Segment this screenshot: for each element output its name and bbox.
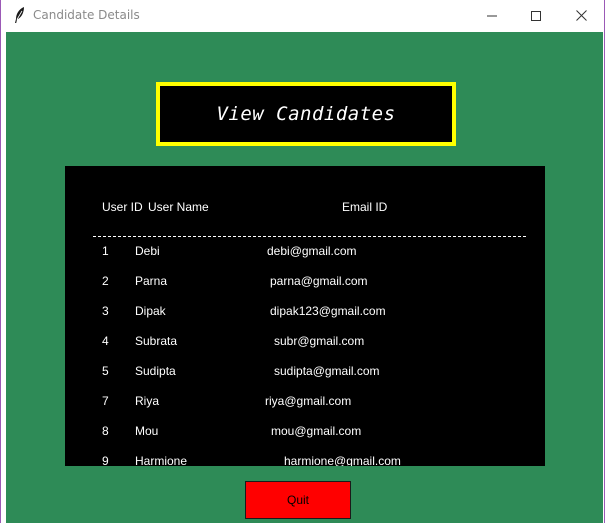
minimize-button[interactable] (469, 0, 515, 31)
candidate-list[interactable]: User ID User Name Email ID 1 Debi debi@g… (65, 166, 545, 466)
table-row: 3 Dipak dipak123@gmail.com (65, 304, 545, 334)
row-user-name: Sudipta (135, 364, 176, 378)
row-email: dipak123@gmail.com (270, 304, 386, 318)
row-user-name: Harmione (135, 454, 188, 466)
row-user-name: Dipak (135, 304, 166, 318)
row-email: debi@gmail.com (267, 244, 357, 258)
row-email: harmione@gmail.com (284, 454, 401, 466)
close-icon (575, 10, 587, 21)
row-user-id: 1 (102, 244, 109, 258)
close-button[interactable] (558, 0, 604, 31)
maximize-icon (531, 10, 541, 21)
table-row: 4 Subrata subr@gmail.com (65, 334, 545, 364)
candidate-rows: 1 Debi debi@gmail.com 2 Parna parna@gmai… (65, 244, 545, 466)
table-row: 7 Riya riya@gmail.com (65, 394, 545, 424)
heading-box: View Candidates (156, 82, 456, 146)
row-email: parna@gmail.com (270, 274, 368, 288)
row-user-name: Mou (135, 424, 159, 438)
page-title: View Candidates (216, 103, 396, 125)
row-user-name: Parna (135, 274, 168, 288)
row-email: riya@gmail.com (265, 394, 352, 408)
row-user-name: Debi (135, 244, 160, 258)
row-user-name: Subrata (135, 334, 178, 348)
row-user-id: 5 (102, 364, 109, 378)
row-user-id: 8 (102, 424, 109, 438)
quit-button[interactable]: Quit (245, 481, 351, 519)
row-email: sudipta@gmail.com (274, 364, 380, 378)
header-user-name: User Name (148, 200, 209, 214)
table-row: 5 Sudipta sudipta@gmail.com (65, 364, 545, 394)
row-user-id: 9 (102, 454, 109, 466)
row-user-id: 4 (102, 334, 109, 348)
row-email: mou@gmail.com (271, 424, 362, 438)
table-row: 9 Harmione harmione@gmail.com (65, 454, 545, 466)
row-email: subr@gmail.com (274, 334, 365, 348)
row-user-id: 7 (102, 394, 109, 408)
window-title: Candidate Details (33, 8, 140, 22)
app-window: Candidate Details View Candidates User I… (0, 0, 605, 523)
table-row: 8 Mou mou@gmail.com (65, 424, 545, 454)
maximize-button[interactable] (513, 0, 559, 31)
header-email-id: Email ID (342, 200, 388, 214)
feather-icon (13, 6, 27, 24)
row-user-id: 3 (102, 304, 109, 318)
row-user-name: Riya (135, 394, 160, 408)
main-area: View Candidates User ID User Name Email … (6, 32, 603, 523)
table-row: 1 Debi debi@gmail.com (65, 244, 545, 274)
table-row: 2 Parna parna@gmail.com (65, 274, 545, 304)
header-divider (93, 236, 526, 237)
header-user-id: User ID (102, 200, 143, 214)
row-user-id: 2 (102, 274, 109, 288)
title-bar[interactable]: Candidate Details (1, 0, 604, 31)
minimize-icon (487, 11, 497, 21)
